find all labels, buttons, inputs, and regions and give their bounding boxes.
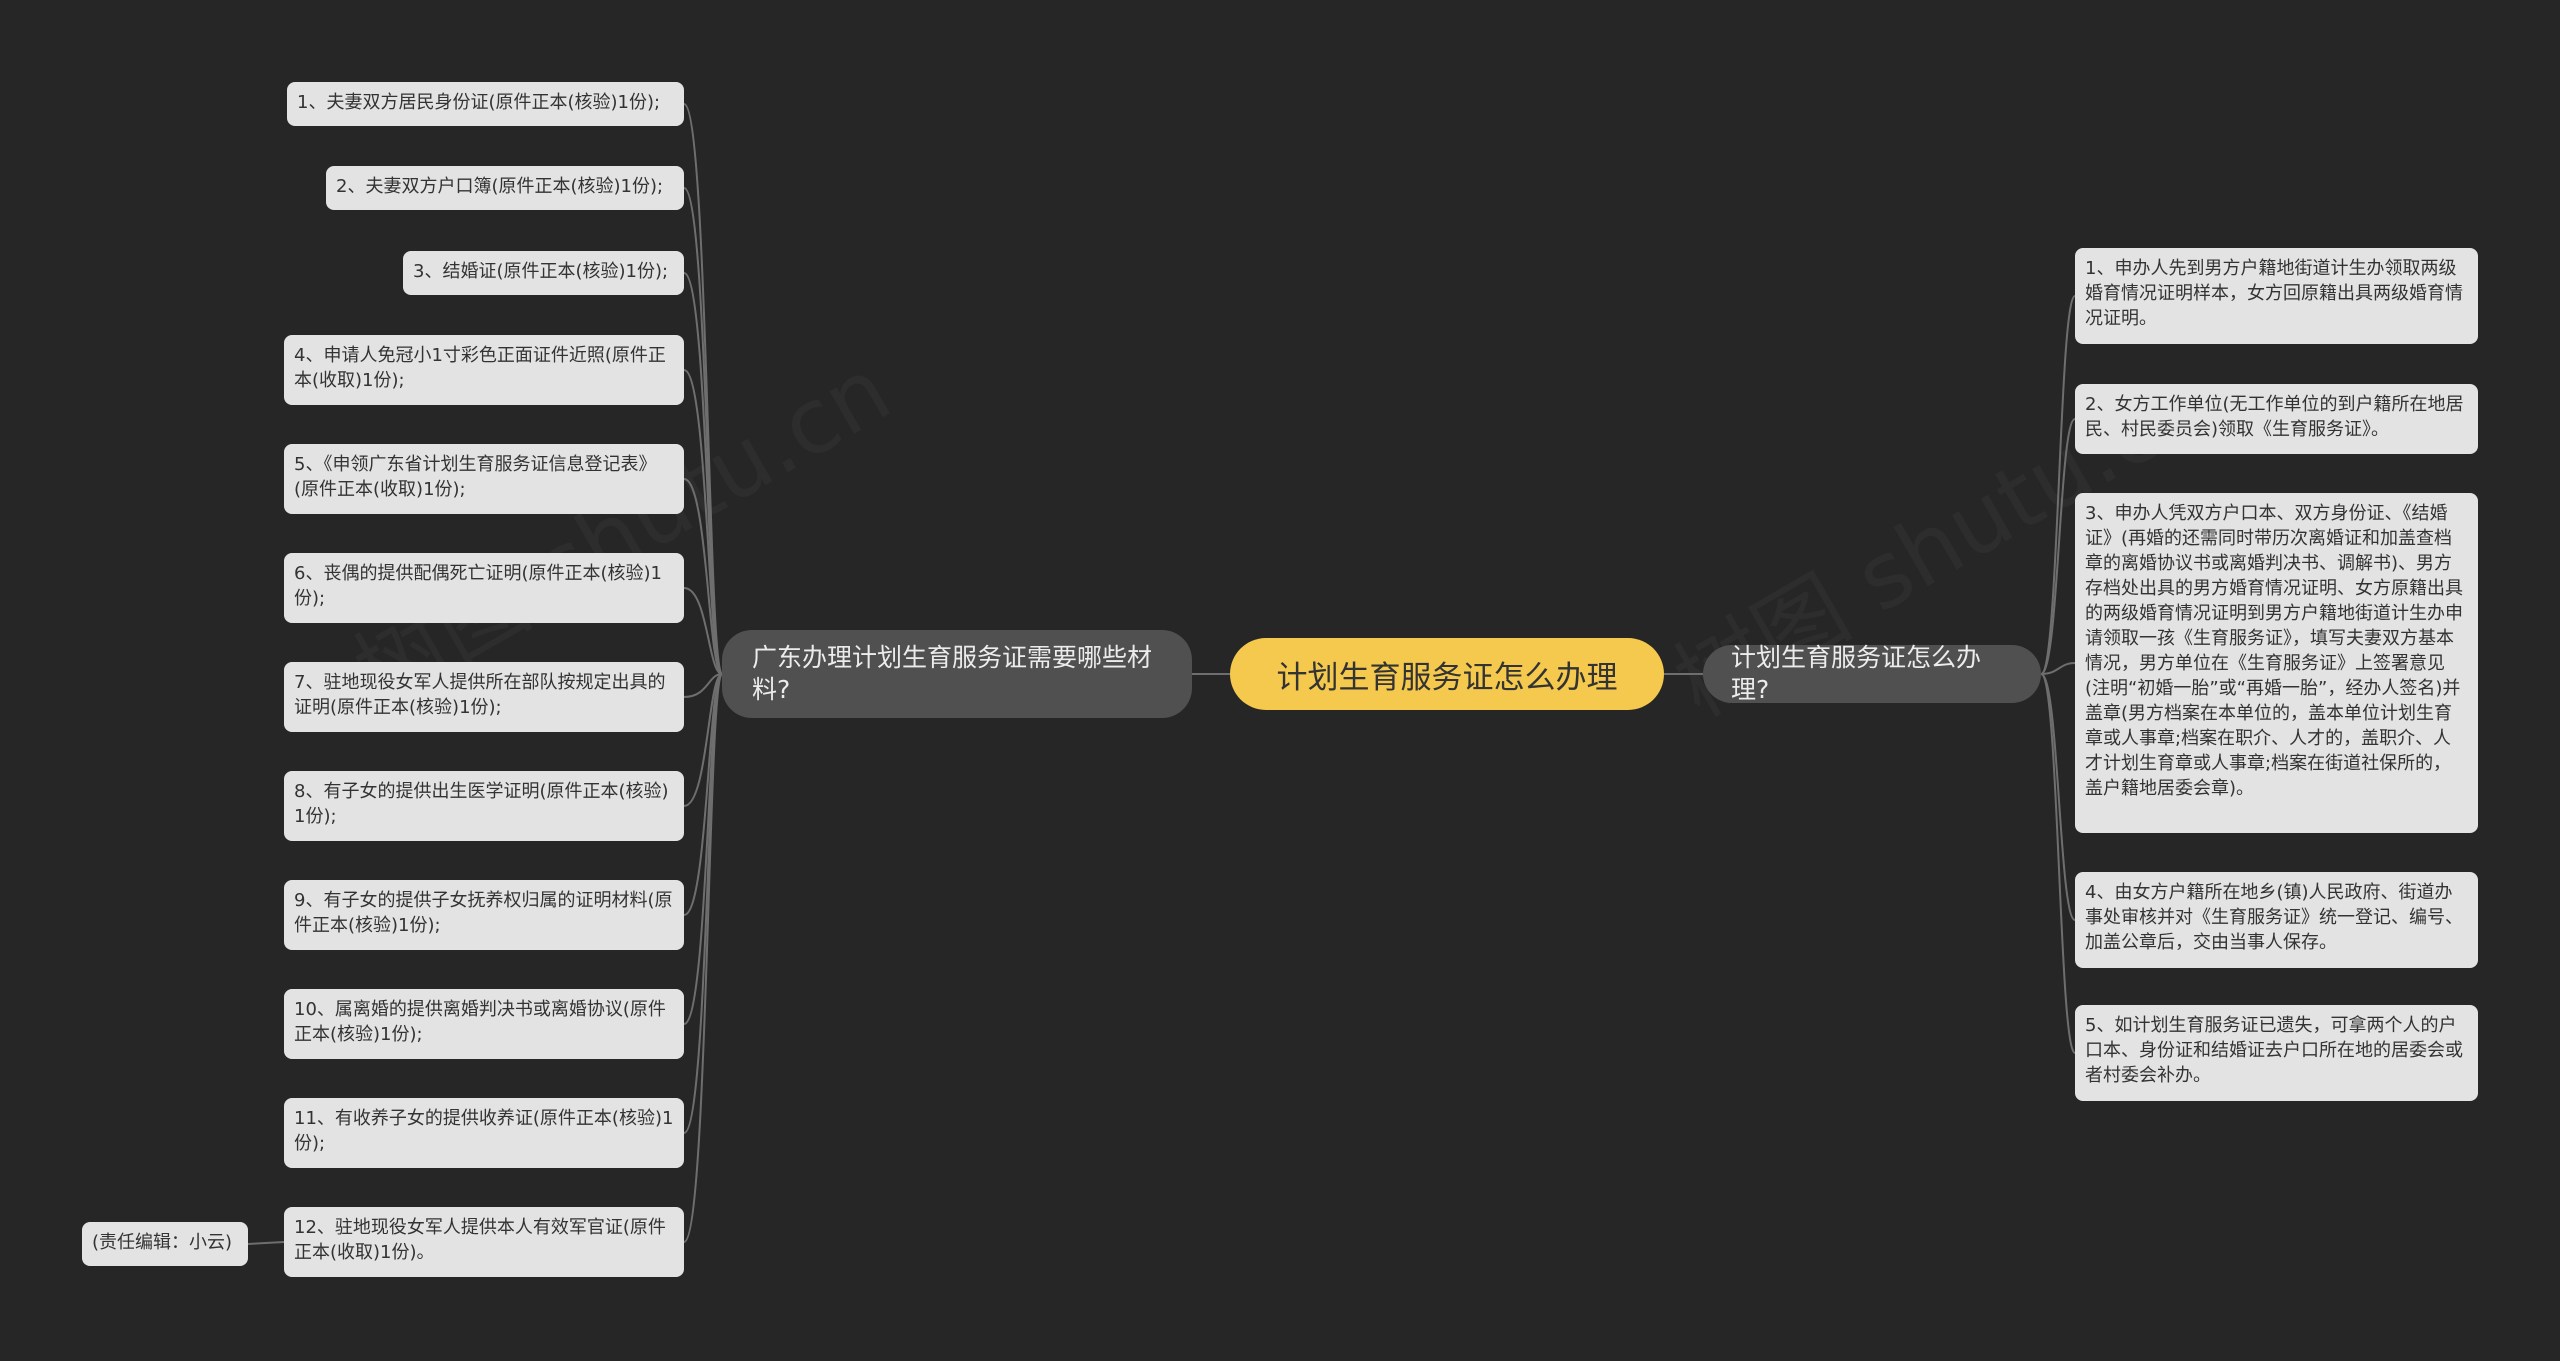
leaf-left-7[interactable]: 7、驻地现役女军人提供所在部队按规定出具的证明(原件正本(核验)1份); xyxy=(284,662,684,732)
leaf-left-11[interactable]: 11、有收养子女的提供收养证(原件正本(核验)1份); xyxy=(284,1098,684,1168)
leaf-text: 3、申办人凭双方户口本、双方身份证、《结婚证》(再婚的还需同时带历次离婚证和加盖… xyxy=(2085,503,2463,799)
leaf-right-1[interactable]: 1、申办人先到男方户籍地街道计生办领取两级婚育情况证明样本，女方回原籍出具两级婚… xyxy=(2075,248,2478,344)
leaf-left-4[interactable]: 4、申请人免冠小1寸彩色正面证件近照(原件正本(收取)1份); xyxy=(284,335,684,405)
leaf-text: 5、《申领广东省计划生育服务证信息登记表》(原件正本(收取)1份); xyxy=(294,454,657,500)
leaf-left-12[interactable]: 12、驻地现役女军人提供本人有效军官证(原件正本(收取)1份)。 xyxy=(284,1207,684,1277)
leaf-text: 2、女方工作单位(无工作单位的到户籍所在地居民、村民委员会)领取《生育服务证》。 xyxy=(2085,394,2464,440)
leaf-left-9[interactable]: 9、有子女的提供子女抚养权归属的证明材料(原件正本(核验)1份); xyxy=(284,880,684,950)
leaf-left-5[interactable]: 5、《申领广东省计划生育服务证信息登记表》(原件正本(收取)1份); xyxy=(284,444,684,514)
leaf-left-2[interactable]: 2、夫妻双方户口簿(原件正本(核验)1份); xyxy=(326,166,684,210)
leaf-right-4[interactable]: 4、由女方户籍所在地乡(镇)人民政府、街道办事处审核并对《生育服务证》统一登记、… xyxy=(2075,872,2478,968)
leaf-left-10[interactable]: 10、属离婚的提供离婚判决书或离婚协议(原件正本(核验)1份); xyxy=(284,989,684,1059)
leaf-text: 11、有收养子女的提供收养证(原件正本(核验)1份); xyxy=(294,1108,674,1154)
editor-text: (责任编辑：小云) xyxy=(92,1232,233,1253)
leaf-text: 2、夫妻双方户口簿(原件正本(核验)1份); xyxy=(336,176,664,197)
link-right-5 xyxy=(2040,673,2076,1054)
link-right-2 xyxy=(2040,418,2076,675)
leaf-text: 5、如计划生育服务证已遗失，可拿两个人的户口本、身份证和结婚证去户口所在地的居委… xyxy=(2085,1015,2463,1086)
leaf-right-3[interactable]: 3、申办人凭双方户口本、双方身份证、《结婚证》(再婚的还需同时带历次离婚证和加盖… xyxy=(2075,493,2478,833)
root-label: 计划生育服务证怎么办理 xyxy=(1276,659,1618,696)
mindmap-canvas: 树图 shutu.cn 树图 shutu.cn 计划生育服务证怎么办理 广东办理… xyxy=(0,0,2560,1361)
leaf-left-8[interactable]: 8、有子女的提供出生医学证明(原件正本(核验)1份); xyxy=(284,771,684,841)
leaf-text: 6、丧偶的提供配偶死亡证明(原件正本(核验)1份); xyxy=(294,563,662,609)
root-node[interactable]: 计划生育服务证怎么办理 xyxy=(1230,638,1664,710)
leaf-text: 3、结婚证(原件正本(核验)1份); xyxy=(413,261,669,282)
leaf-text: 7、驻地现役女军人提供所在部队按规定出具的证明(原件正本(核验)1份); xyxy=(294,672,666,718)
leaf-text: 10、属离婚的提供离婚判决书或离婚协议(原件正本(核验)1份); xyxy=(294,999,666,1045)
leaf-left-6[interactable]: 6、丧偶的提供配偶死亡证明(原件正本(核验)1份); xyxy=(284,553,684,623)
branch-label: 计划生育服务证怎么办理? xyxy=(1731,643,1982,704)
leaf-right-5[interactable]: 5、如计划生育服务证已遗失，可拿两个人的户口本、身份证和结婚证去户口所在地的居委… xyxy=(2075,1005,2478,1101)
leaf-left-1[interactable]: 1、夫妻双方居民身份证(原件正本(核验)1份); xyxy=(287,82,684,126)
branch-label: 广东办理计划生育服务证需要哪些材料? xyxy=(752,643,1153,704)
leaf-text: 4、由女方户籍所在地乡(镇)人民政府、街道办事处审核并对《生育服务证》统一登记、… xyxy=(2085,882,2463,953)
leaf-text: 9、有子女的提供子女抚养权归属的证明材料(原件正本(核验)1份); xyxy=(294,890,673,936)
leaf-right-2[interactable]: 2、女方工作单位(无工作单位的到户籍所在地居民、村民委员会)领取《生育服务证》。 xyxy=(2075,384,2478,454)
leaf-text: 8、有子女的提供出生医学证明(原件正本(核验)1份); xyxy=(294,781,669,827)
leaf-text: 1、申办人先到男方户籍地街道计生办领取两级婚育情况证明样本，女方回原籍出具两级婚… xyxy=(2085,258,2463,329)
leaf-text: 4、申请人免冠小1寸彩色正面证件近照(原件正本(收取)1份); xyxy=(294,345,666,391)
leaf-left-3[interactable]: 3、结婚证(原件正本(核验)1份); xyxy=(403,251,684,295)
link-right-1 xyxy=(2040,295,2076,675)
leaf-text: 12、驻地现役女军人提供本人有效军官证(原件正本(收取)1份)。 xyxy=(294,1217,666,1263)
branch-node-how-to-apply[interactable]: 计划生育服务证怎么办理? xyxy=(1703,643,2041,704)
link-left-2 xyxy=(683,187,723,675)
editor-note[interactable]: (责任编辑：小云) xyxy=(82,1222,248,1266)
link-editor xyxy=(247,1241,285,1245)
leaf-text: 1、夫妻双方居民身份证(原件正本(核验)1份); xyxy=(297,92,661,113)
link-right-4 xyxy=(2040,673,2076,921)
branch-node-materials[interactable]: 广东办理计划生育服务证需要哪些材料? xyxy=(722,630,1192,718)
